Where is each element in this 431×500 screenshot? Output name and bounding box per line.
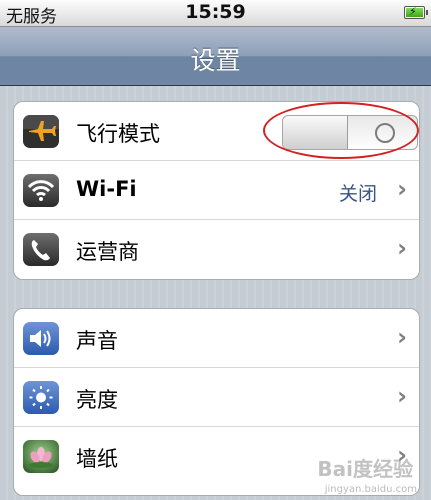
toggle-knob[interactable] bbox=[283, 116, 348, 149]
page-title: 设置 bbox=[190, 46, 241, 75]
row-brightness[interactable]: 亮度 › bbox=[14, 368, 419, 427]
row-airplane-mode: 飞行模式 bbox=[14, 102, 419, 161]
airplane-mode-toggle[interactable] bbox=[282, 115, 418, 150]
battery-charging-icon: ⚡ bbox=[404, 5, 428, 19]
airplane-icon bbox=[23, 115, 59, 148]
watermark-url: jingyan.baidu.com bbox=[324, 484, 417, 495]
chevron-right-icon: › bbox=[397, 382, 407, 410]
row-sounds[interactable]: 声音 › bbox=[14, 309, 419, 368]
wallpaper-label: 墙纸 bbox=[76, 447, 118, 471]
chevron-right-icon: › bbox=[397, 323, 407, 351]
watermark-logo: Bai度经验 bbox=[317, 457, 413, 481]
wifi-label: Wi-Fi bbox=[76, 177, 137, 201]
carrier-row-label: 运营商 bbox=[76, 240, 139, 264]
row-wifi[interactable]: Wi-Fi 关闭 › bbox=[14, 161, 419, 220]
wifi-icon bbox=[23, 174, 59, 207]
brightness-label: 亮度 bbox=[76, 388, 118, 412]
charging-bolt-icon: ⚡ bbox=[409, 5, 417, 18]
row-carrier[interactable]: 运营商 › bbox=[14, 220, 419, 279]
speaker-icon bbox=[23, 322, 59, 355]
settings-group-connectivity: 飞行模式 Wi-Fi 关闭 › 运营商 › bbox=[13, 101, 420, 280]
airplane-mode-label: 飞行模式 bbox=[76, 122, 160, 146]
status-time: 15:59 bbox=[185, 1, 246, 23]
navigation-bar: 设置 bbox=[0, 27, 431, 86]
sun-brightness-icon bbox=[23, 381, 59, 414]
wallpaper-flower-icon bbox=[23, 440, 59, 473]
sounds-label: 声音 bbox=[76, 329, 118, 353]
phone-icon bbox=[23, 233, 59, 266]
chevron-right-icon: › bbox=[397, 175, 407, 203]
chevron-right-icon: › bbox=[397, 234, 407, 262]
wifi-status-value: 关闭 bbox=[338, 183, 377, 205]
carrier-label: 无服务 bbox=[6, 7, 57, 27]
toggle-off-circle-icon bbox=[375, 123, 395, 143]
status-bar: 无服务 15:59 ⚡ bbox=[0, 0, 431, 27]
